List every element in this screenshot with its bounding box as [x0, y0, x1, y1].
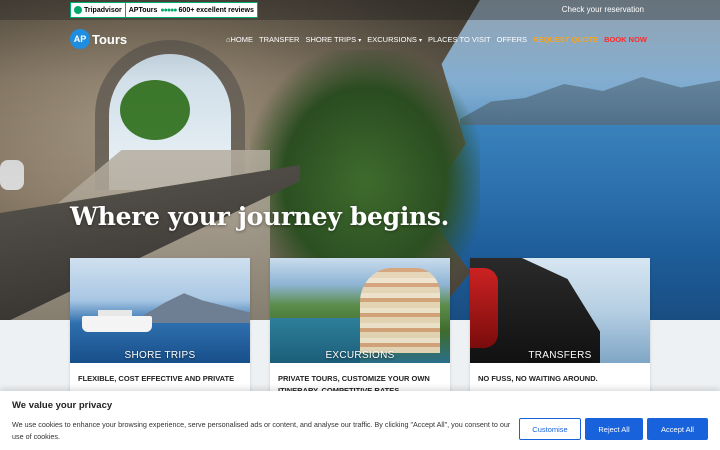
logo-mark: AP — [70, 29, 90, 49]
card-description: NO FUSS, NO WAITING AROUND. — [478, 374, 598, 383]
chevron-down-icon: ▾ — [418, 38, 422, 44]
nav-item-offers[interactable]: OFFERS — [497, 35, 527, 44]
nav-home-label: HOME — [230, 35, 254, 44]
town-shape — [360, 268, 440, 353]
nav-item-excursions[interactable]: EXCURSIONS ▾ — [367, 35, 422, 44]
tripadvisor-business-name: APTours — [128, 6, 158, 14]
card-label: SHORE TRIPS — [124, 350, 196, 361]
nav-item-shore-trips[interactable]: SHORE TRIPS ▾ — [305, 35, 361, 44]
accept-all-button[interactable]: Accept All — [647, 418, 708, 440]
hero-headline: Where your journey begins. — [70, 202, 450, 231]
cookie-banner: We value your privacy We use cookies to … — [0, 391, 720, 450]
tripadvisor-reviews: 600+ excellent reviews — [178, 6, 254, 14]
nav-item-book-now[interactable]: BOOK NOW — [604, 35, 647, 44]
card-excursions[interactable]: EXCURSIONS PRIVATE TOURS, CUSTOMIZE YOUR… — [270, 258, 450, 398]
site-logo[interactable]: AP Tours — [70, 29, 127, 49]
tripadvisor-badge[interactable]: Tripadvisor APTours ●●●●● 600+ excellent… — [70, 2, 258, 18]
card-label: TRANSFERS — [528, 350, 592, 361]
top-bar: Tripadvisor APTours ●●●●● 600+ excellent… — [0, 0, 720, 20]
customise-button[interactable]: Customise — [519, 418, 581, 440]
logo-text: Tours — [92, 31, 128, 47]
tail-light-shape — [470, 268, 498, 348]
check-reservation-link[interactable]: Check your reservation — [562, 5, 644, 14]
nav-item-home[interactable]: ⌂HOME — [226, 35, 253, 44]
cookie-title: We value your privacy — [12, 400, 113, 411]
nav-item-transfer[interactable]: TRANSFER — [259, 35, 299, 44]
chevron-down-icon: ▾ — [358, 38, 362, 44]
transfers-image: TRANSFERS — [470, 258, 650, 363]
tripadvisor-brand: Tripadvisor — [84, 6, 122, 14]
nav-shore-trips-label: SHORE TRIPS — [305, 35, 357, 44]
excursions-image: EXCURSIONS — [270, 258, 450, 363]
card-shore-trips[interactable]: SHORE TRIPS FLEXIBLE, COST EFFECTIVE AND… — [70, 258, 250, 398]
shore-trips-image: SHORE TRIPS — [70, 258, 250, 363]
tripadvisor-tag: Tripadvisor — [71, 3, 126, 17]
main-nav: ⌂HOME TRANSFER SHORE TRIPS ▾ EXCURSIONS … — [226, 35, 647, 44]
reject-all-button[interactable]: Reject All — [585, 418, 643, 440]
nav-item-places[interactable]: PLACES TO VISIT — [428, 35, 491, 44]
tripadvisor-owl-icon — [74, 6, 82, 14]
tripadvisor-rating-icon: ●●●●● — [160, 6, 177, 14]
card-description: FLEXIBLE, COST EFFECTIVE AND PRIVATE — [78, 374, 235, 383]
nav-item-request-quote[interactable]: REQUEST QUOTE — [533, 35, 598, 44]
card-transfers[interactable]: TRANSFERS NO FUSS, NO WAITING AROUND. — [470, 258, 650, 398]
cruise-ship-shape — [82, 310, 152, 332]
cookie-message: We use cookies to enhance your browsing … — [12, 420, 511, 441]
nav-excursions-label: EXCURSIONS — [367, 35, 417, 44]
card-label: EXCURSIONS — [325, 350, 395, 361]
